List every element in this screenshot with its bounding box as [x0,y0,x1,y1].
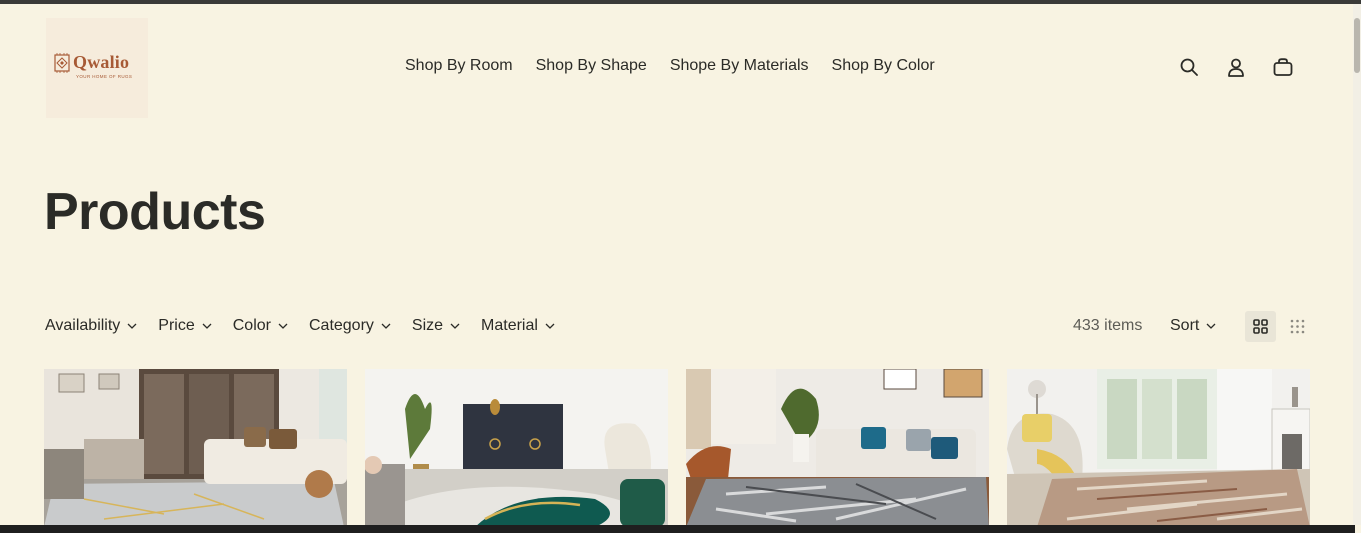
filter-category[interactable]: Category [309,317,391,335]
dense-view-toggle[interactable] [1282,311,1313,342]
filter-material[interactable]: Material [481,317,555,335]
product-image [365,369,668,527]
product-image [686,369,989,527]
page-scrollbar[interactable] [1353,4,1361,525]
nav-shop-by-shape[interactable]: Shop By Shape [536,57,647,75]
chevron-down-icon [127,323,137,329]
browser-bottom-border [0,525,1355,533]
nav-shop-by-materials[interactable]: Shope By Materials [670,57,809,75]
filter-label: Price [158,317,195,334]
chevron-down-icon [202,323,212,329]
filter-label: Material [481,317,538,334]
nav-shop-by-color[interactable]: Shop By Color [832,57,935,75]
filter-bar: Availability Price Color Category Size M… [45,317,576,335]
account-icon[interactable] [1225,56,1247,78]
filter-availability[interactable]: Availability [45,317,137,335]
search-icon[interactable] [1178,56,1200,78]
header-actions [1178,56,1294,78]
product-card[interactable] [1007,369,1310,527]
filter-label: Size [411,317,444,334]
product-count: 433 items [1073,317,1143,334]
brand-name: Qwalio [73,52,130,72]
chevron-down-icon [381,323,391,329]
sort-label: Sort [1170,317,1200,334]
product-image [1007,369,1310,527]
chevron-down-icon [545,323,555,329]
filter-size[interactable]: Size [412,317,460,335]
sort-dropdown[interactable]: Sort [1170,317,1216,335]
brand-tagline: YOUR HOME OF RUGS [76,74,133,79]
page-title: Products [44,183,266,241]
rug-logo-icon [54,53,70,73]
cart-icon[interactable] [1272,56,1294,78]
product-card[interactable] [44,369,347,527]
chevron-down-icon [1206,323,1216,329]
main-nav: Shop By Room Shop By Shape Shope By Mate… [405,57,958,75]
grid-view-toggle[interactable] [1245,311,1276,342]
chevron-down-icon [278,323,288,329]
filter-color[interactable]: Color [233,317,288,335]
site-logo[interactable]: Qwalio YOUR HOME OF RUGS [46,18,148,118]
filter-label: Color [232,317,271,334]
grid-2x2-icon [1253,319,1268,334]
chevron-down-icon [450,323,460,329]
scrollbar-thumb[interactable] [1354,18,1360,73]
filter-label: Availability [45,317,121,334]
product-card[interactable] [686,369,989,527]
nav-shop-by-room[interactable]: Shop By Room [405,57,513,75]
filter-price[interactable]: Price [158,317,212,335]
browser-top-border [0,0,1361,4]
filter-label: Category [308,317,374,334]
product-image [44,369,347,527]
grid-dots-icon [1290,319,1305,334]
product-card[interactable] [365,369,668,527]
